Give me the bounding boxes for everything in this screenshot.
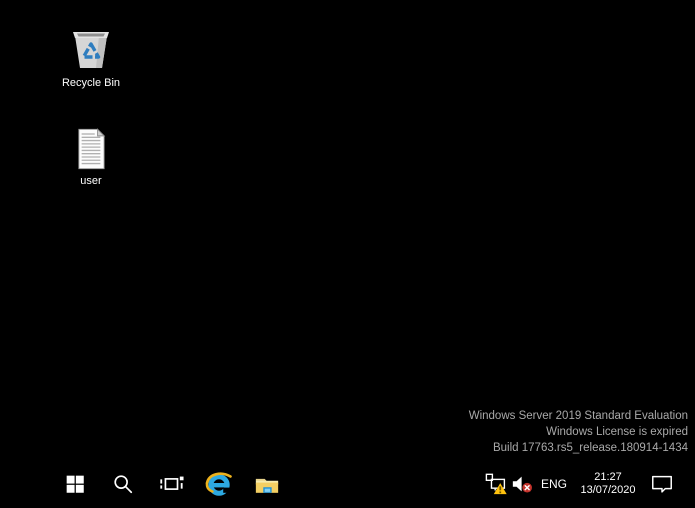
- system-tray: ENG 21:27 13/07/2020: [484, 460, 695, 508]
- action-center-button[interactable]: [644, 460, 680, 508]
- license-watermark: Windows Server 2019 Standard Evaluation …: [469, 408, 688, 456]
- ethernet-warning-icon: [485, 473, 507, 495]
- start-button[interactable]: [51, 460, 99, 508]
- clock[interactable]: 21:27 13/07/2020: [572, 460, 644, 508]
- search-icon: [114, 475, 133, 494]
- watermark-line-edition: Windows Server 2019 Standard Evaluation: [468, 410, 688, 422]
- show-desktop-button[interactable]: [680, 460, 695, 508]
- desktop-icon-user-file[interactable]: user: [47, 128, 135, 188]
- volume-button[interactable]: [510, 460, 536, 508]
- search-button[interactable]: [99, 460, 147, 508]
- task-view-icon: [160, 476, 184, 490]
- desktop-screen: { "desktop": { "icons": [ { "label": "Re…: [0, 0, 695, 508]
- watermark-line-build: Build 17763.rs5_release.180914-1434: [492, 442, 688, 454]
- network-status-button[interactable]: [484, 460, 510, 508]
- internet-explorer-icon: [205, 472, 233, 496]
- task-view-button[interactable]: [147, 460, 195, 508]
- watermark-line-license: Windows License is expired: [546, 426, 688, 438]
- speaker-muted-icon: [512, 476, 532, 493]
- language-indicator[interactable]: ENG: [536, 460, 572, 508]
- windows-logo-icon: [66, 475, 84, 493]
- text-file-icon: [78, 128, 106, 170]
- action-center-icon: [652, 475, 672, 493]
- clock-time: 21:27: [594, 471, 622, 483]
- desktop-icon-recycle-bin[interactable]: Recycle Bin: [47, 26, 135, 90]
- taskbar: ENG 21:27 13/07/2020: [0, 460, 695, 508]
- internet-explorer-button[interactable]: [195, 460, 243, 508]
- file-explorer-button[interactable]: [243, 460, 291, 508]
- recycle-bin-icon: [73, 32, 109, 68]
- desktop-icon-label: Recycle Bin: [61, 77, 121, 89]
- desktop-icon-label: user: [80, 175, 102, 187]
- taskbar-buttons: [51, 460, 291, 508]
- clock-date: 13/07/2020: [580, 484, 636, 496]
- language-label: ENG: [540, 477, 567, 491]
- file-explorer-icon: [255, 478, 279, 493]
